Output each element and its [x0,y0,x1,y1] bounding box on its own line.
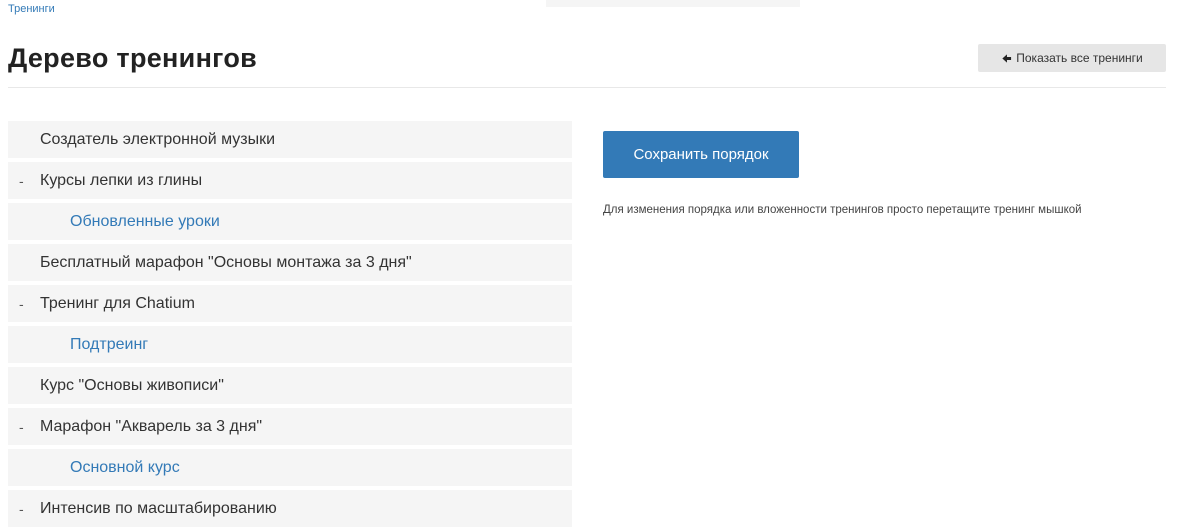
page-title: Дерево тренингов [8,43,258,73]
collapse-toggle[interactable]: - [19,501,40,517]
collapse-toggle[interactable]: - [19,419,40,435]
header-divider [8,87,1166,88]
tree-item-painting-course[interactable]: Курс "Основы живописи" [8,367,572,404]
show-all-trainings-label: Показать все тренинги [1016,51,1143,65]
tree-item-main-course[interactable]: Основной курс [8,449,572,486]
show-all-trainings-button[interactable]: Показать все тренинги [978,44,1166,72]
tree-item-label: Интенсив по масштабированию [40,499,277,517]
tree-item-label: Марафон "Акварель за 3 дня" [40,417,263,435]
tree-item-scaling-intensive[interactable]: - Интенсив по масштабированию [8,490,572,527]
top-bar-strip [546,0,800,7]
tree-item-electronic-music[interactable]: Создатель электронной музыки [8,121,572,158]
tree-item-watercolor-marathon[interactable]: - Марафон "Акварель за 3 дня" [8,408,572,445]
training-tree: Создатель электронной музыки - Курсы леп… [8,121,572,531]
tree-item-label: Курсы лепки из глины [40,171,203,189]
tree-item-label: Основной курс [70,458,180,476]
tree-item-label: Бесплатный марафон "Основы монтажа за 3 … [40,253,412,271]
save-order-button[interactable]: Сохранить порядок [603,131,799,178]
tree-item-subtraining[interactable]: Подтреинг [8,326,572,363]
tree-item-chatium-training[interactable]: - Тренинг для Chatium [8,285,572,322]
drag-hint-text: Для изменения порядка или вложенности тр… [603,204,1082,216]
tree-item-clay-modeling[interactable]: - Курсы лепки из глины [8,162,572,199]
tree-item-label: Подтреинг [70,335,149,353]
arrow-left-icon [1001,53,1012,64]
tree-item-label: Обновленные уроки [70,212,220,230]
tree-item-label: Создатель электронной музыки [40,130,276,148]
tree-item-label: Курс "Основы живописи" [40,376,224,394]
collapse-toggle[interactable]: - [19,173,40,189]
tree-item-label: Тренинг для Chatium [40,294,195,312]
tree-item-updated-lessons[interactable]: Обновленные уроки [8,203,572,240]
tree-item-editing-marathon[interactable]: Бесплатный марафон "Основы монтажа за 3 … [8,244,572,281]
collapse-toggle[interactable]: - [19,296,40,312]
breadcrumb-trainings-link[interactable]: Тренинги [8,2,55,16]
